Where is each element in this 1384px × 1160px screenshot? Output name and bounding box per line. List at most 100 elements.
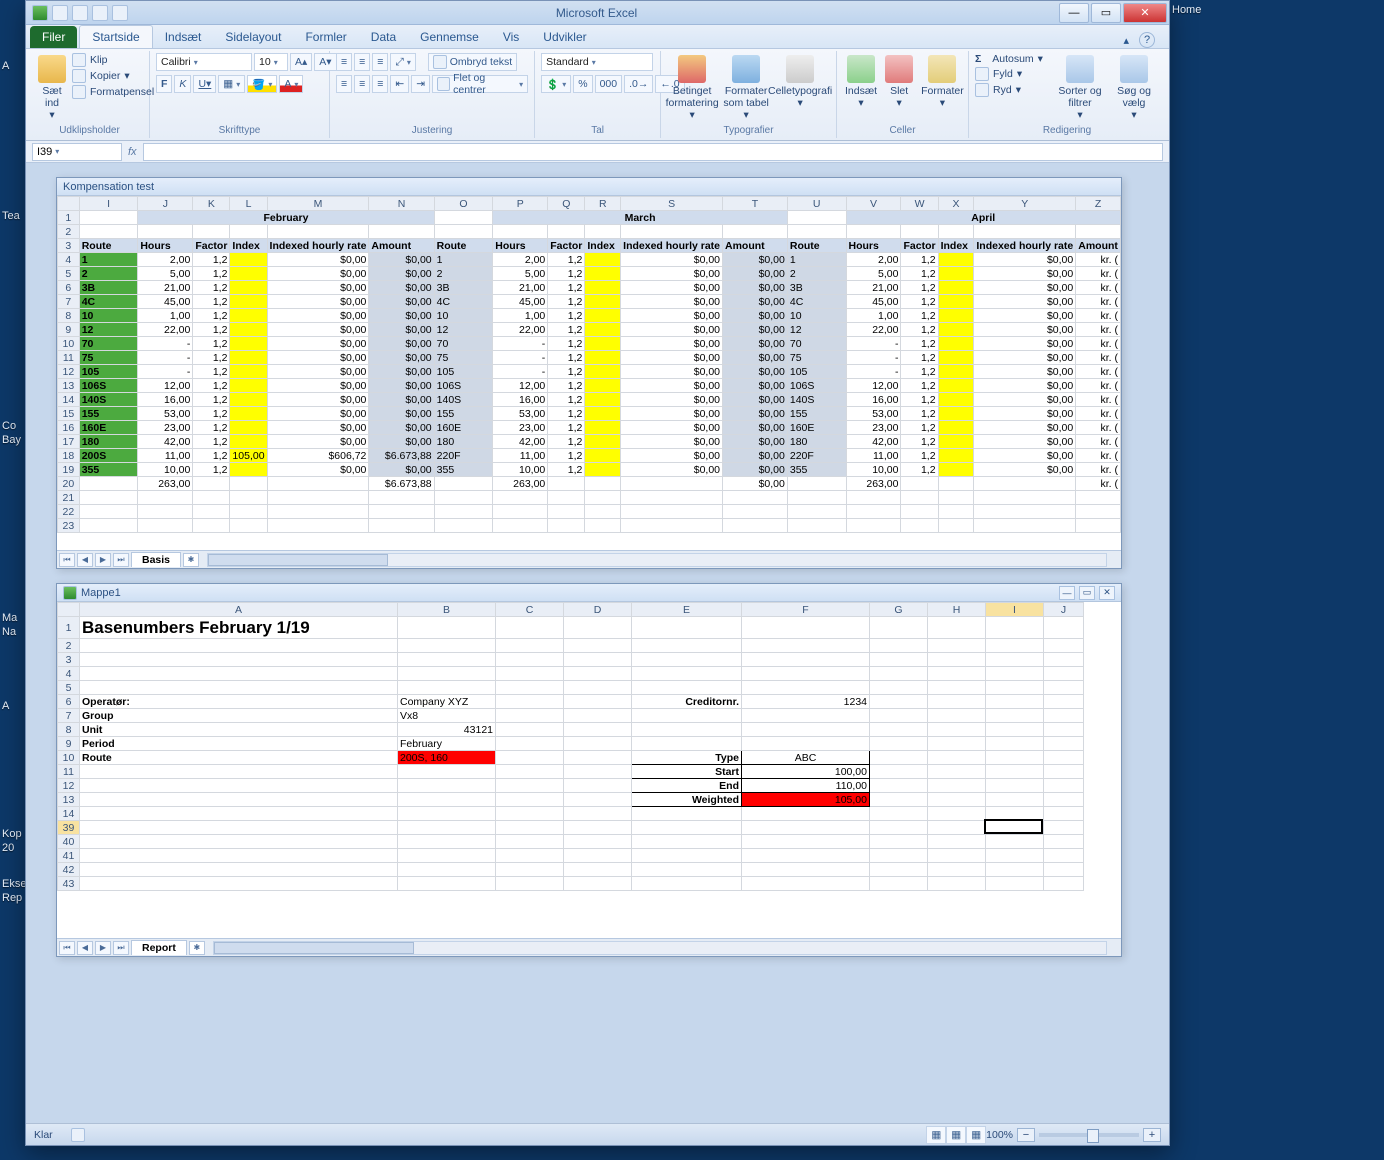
view-pagelayout-button[interactable]: ▦ bbox=[946, 1126, 966, 1144]
hscrollbar-1[interactable] bbox=[207, 553, 1107, 567]
fill-button[interactable]: Fyld▾ bbox=[975, 67, 1051, 81]
copy-button[interactable]: Kopier▾ bbox=[72, 69, 154, 83]
paste-button[interactable]: Sæt ind▾ bbox=[36, 53, 68, 123]
wrap-text-button[interactable]: Ombryd tekst bbox=[428, 53, 517, 71]
wrap-icon bbox=[433, 55, 447, 69]
name-box[interactable]: I39 bbox=[32, 143, 122, 161]
workbook-title[interactable]: Kompensation test bbox=[57, 178, 1121, 196]
undo-icon[interactable] bbox=[72, 5, 88, 21]
format-cells-button[interactable]: Formater▾ bbox=[919, 53, 966, 111]
macro-record-icon[interactable] bbox=[71, 1128, 85, 1142]
sort-filter-button[interactable]: Sorter og filtrer▾ bbox=[1055, 53, 1105, 123]
tab-pagelayout[interactable]: Sidelayout bbox=[213, 26, 293, 48]
insert-cells-button[interactable]: Indsæt▾ bbox=[843, 53, 879, 111]
redo-icon[interactable] bbox=[92, 5, 108, 21]
fill-color-button[interactable]: 🪣 bbox=[247, 75, 277, 93]
font-name-combo[interactable]: Calibri bbox=[156, 53, 252, 71]
child-minimize-button[interactable]: — bbox=[1059, 586, 1075, 600]
ribbon-minimize-icon[interactable]: ▴ bbox=[1123, 34, 1129, 47]
minimize-button[interactable]: — bbox=[1059, 3, 1089, 23]
sheet-nav-last[interactable]: ⏭ bbox=[113, 941, 129, 955]
align-right-button[interactable]: ≡ bbox=[372, 75, 388, 93]
percent-button[interactable]: % bbox=[573, 75, 592, 93]
help-button[interactable]: ? bbox=[1139, 32, 1155, 48]
brush-icon bbox=[72, 85, 86, 99]
sheet-tab-report[interactable]: Report bbox=[131, 940, 187, 955]
desktop-label: Tea bbox=[2, 210, 20, 222]
status-bar: Klar ▦ ▦ ▦ 100% − + bbox=[26, 1123, 1169, 1145]
formula-input[interactable] bbox=[143, 143, 1163, 161]
hscrollbar-2[interactable] bbox=[213, 941, 1107, 955]
sheet-tab-basis[interactable]: Basis bbox=[131, 552, 181, 567]
tab-review[interactable]: Gennemse bbox=[408, 26, 491, 48]
sheet-nav-next[interactable]: ▶ bbox=[95, 553, 111, 567]
desktop-label: Bay bbox=[2, 434, 21, 446]
sheet-nav-next[interactable]: ▶ bbox=[95, 941, 111, 955]
cell-styles-button[interactable]: Celletypografi▾ bbox=[775, 53, 825, 111]
increase-decimal-button[interactable]: .0→ bbox=[624, 75, 653, 93]
indent-increase-button[interactable]: ⇥ bbox=[411, 75, 430, 93]
align-top-button[interactable]: ≡ bbox=[336, 53, 352, 71]
increase-font-button[interactable]: A▴ bbox=[290, 53, 312, 71]
sheet-nav-prev[interactable]: ◀ bbox=[77, 553, 93, 567]
grid-mappe1[interactable]: ABCDEFGHIJ1Basenumbers February 1/192345… bbox=[57, 602, 1084, 891]
accounting-button[interactable]: 💲 bbox=[541, 75, 571, 93]
tab-file[interactable]: Filer bbox=[30, 26, 77, 48]
status-ready: Klar bbox=[34, 1129, 53, 1141]
orientation-button[interactable]: ⤢ bbox=[390, 53, 415, 71]
bold-button[interactable]: F bbox=[156, 75, 172, 93]
new-sheet-button[interactable]: ✱ bbox=[189, 941, 205, 955]
font-color-button[interactable]: A bbox=[279, 75, 303, 93]
view-pagebreak-button[interactable]: ▦ bbox=[966, 1126, 986, 1144]
align-center-button[interactable]: ≡ bbox=[354, 75, 370, 93]
group-number: Standard 💲 % 000 .0→ ←.0 Tal bbox=[535, 51, 661, 138]
titlebar[interactable]: Microsoft Excel — ▭ ✕ bbox=[26, 1, 1169, 25]
sheet-nav-first[interactable]: ⏮ bbox=[59, 553, 75, 567]
border-button[interactable]: ▦ bbox=[218, 75, 245, 93]
maximize-button[interactable]: ▭ bbox=[1091, 3, 1121, 23]
close-button[interactable]: ✕ bbox=[1123, 3, 1167, 23]
merge-button[interactable]: Flet og centrer bbox=[432, 75, 528, 93]
sheet-nav-first[interactable]: ⏮ bbox=[59, 941, 75, 955]
font-size-combo[interactable]: 10 bbox=[254, 53, 288, 71]
format-as-table-button[interactable]: Formater som tabel▾ bbox=[721, 53, 771, 123]
tab-formulas[interactable]: Formler bbox=[293, 26, 358, 48]
comma-button[interactable]: 000 bbox=[595, 75, 623, 93]
tab-insert[interactable]: Indsæt bbox=[153, 26, 214, 48]
italic-button[interactable]: K bbox=[174, 75, 191, 93]
sheet-nav-prev[interactable]: ◀ bbox=[77, 941, 93, 955]
fx-icon[interactable]: fx bbox=[128, 146, 137, 158]
desktop-label: Home bbox=[1172, 4, 1201, 16]
tab-home[interactable]: Startside bbox=[79, 25, 152, 48]
workbook-title-2[interactable]: Mappe1 — ▭ ✕ bbox=[57, 584, 1121, 602]
tab-developer[interactable]: Udvikler bbox=[531, 26, 598, 48]
align-left-button[interactable]: ≡ bbox=[336, 75, 352, 93]
cut-button[interactable]: Klip bbox=[72, 53, 154, 67]
indent-decrease-button[interactable]: ⇤ bbox=[390, 75, 409, 93]
child-close-button[interactable]: ✕ bbox=[1099, 586, 1115, 600]
new-sheet-button[interactable]: ✱ bbox=[183, 553, 199, 567]
zoom-out-button[interactable]: − bbox=[1017, 1128, 1035, 1142]
number-format-combo[interactable]: Standard bbox=[541, 53, 653, 71]
grid-kompensation[interactable]: IJKLMNOPQRSTUVWXYZ1FebruaryMarchApril23R… bbox=[57, 196, 1121, 533]
delete-cells-button[interactable]: Slet▾ bbox=[883, 53, 915, 111]
child-maximize-button[interactable]: ▭ bbox=[1079, 586, 1095, 600]
save-icon[interactable] bbox=[52, 5, 68, 21]
tab-view[interactable]: Vis bbox=[491, 26, 531, 48]
sheet-nav-last[interactable]: ⏭ bbox=[113, 553, 129, 567]
zoom-slider[interactable] bbox=[1039, 1133, 1139, 1137]
conditional-formatting-button[interactable]: Betinget formatering▾ bbox=[667, 53, 717, 123]
tab-data[interactable]: Data bbox=[359, 26, 408, 48]
zoom-in-button[interactable]: + bbox=[1143, 1128, 1161, 1142]
align-middle-button[interactable]: ≡ bbox=[354, 53, 370, 71]
clear-button[interactable]: Ryd▾ bbox=[975, 83, 1051, 97]
find-select-button[interactable]: Søg og vælg▾ bbox=[1109, 53, 1159, 123]
align-bottom-button[interactable]: ≡ bbox=[372, 53, 388, 71]
view-normal-button[interactable]: ▦ bbox=[926, 1126, 946, 1144]
underline-button[interactable]: U▾ bbox=[193, 75, 216, 93]
autosum-button[interactable]: Σ Autosum▾ bbox=[975, 53, 1051, 65]
quick-access-toolbar bbox=[26, 5, 134, 21]
qat-more-icon[interactable] bbox=[112, 5, 128, 21]
format-painter-button[interactable]: Formatpensel bbox=[72, 85, 154, 99]
workbook-mappe1: Mappe1 — ▭ ✕ ABCDEFGHIJ1Basenumbers Febr… bbox=[56, 583, 1122, 957]
